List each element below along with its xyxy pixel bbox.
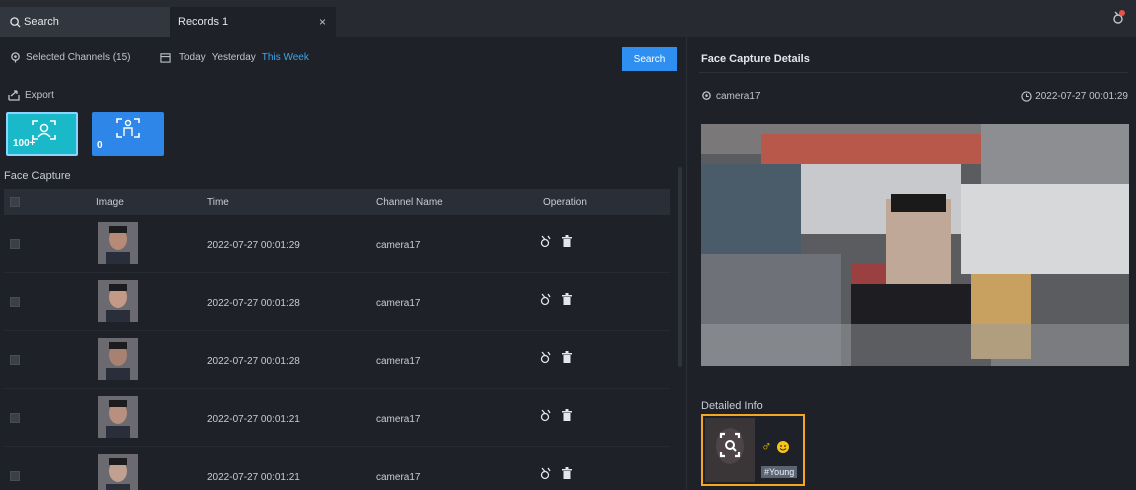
row-channel: camera17 bbox=[376, 472, 421, 483]
face-search-icon[interactable] bbox=[705, 418, 755, 482]
smile-icon bbox=[776, 441, 789, 453]
face-thumbnail bbox=[705, 418, 755, 482]
body-stat-card[interactable]: 0 bbox=[92, 112, 164, 156]
range-this-week[interactable]: This Week bbox=[262, 52, 309, 63]
details-title: Face Capture Details bbox=[701, 53, 810, 65]
details-time: 2022-07-27 00:01:29 bbox=[1021, 91, 1128, 102]
row-checkbox[interactable] bbox=[10, 413, 20, 423]
tab-records[interactable]: Records 1 × bbox=[170, 7, 336, 37]
details-panel: Face Capture Details camera17 2022-07-27… bbox=[686, 37, 1136, 490]
date-range: Today Yesterday This Week bbox=[160, 52, 309, 63]
delete-icon[interactable] bbox=[562, 409, 572, 421]
row-time: 2022-07-27 00:01:21 bbox=[207, 472, 300, 483]
table-header: Image Time Channel Name Operation bbox=[4, 189, 670, 215]
capture-timestamp: 2022-07-27 00:01:29 bbox=[1035, 91, 1128, 102]
col-image: Image bbox=[96, 197, 124, 208]
table-row[interactable]: 2022-07-27 00:01:28 camera17 bbox=[4, 331, 670, 389]
row-channel: camera17 bbox=[376, 240, 421, 251]
row-checkbox[interactable] bbox=[10, 355, 20, 365]
face-thumbnail[interactable] bbox=[98, 222, 138, 264]
col-operation: Operation bbox=[543, 197, 587, 208]
close-icon[interactable]: × bbox=[319, 15, 326, 29]
delete-icon[interactable] bbox=[562, 351, 572, 363]
detailed-info-label: Detailed Info bbox=[701, 400, 763, 412]
track-icon[interactable] bbox=[540, 351, 552, 364]
face-thumbnail[interactable] bbox=[98, 396, 138, 438]
face-thumbnail[interactable] bbox=[98, 338, 138, 380]
row-operations bbox=[540, 293, 572, 306]
location-pin-icon bbox=[11, 52, 20, 63]
row-checkbox[interactable] bbox=[10, 471, 20, 481]
tab-bar: Search Records 1 × bbox=[0, 0, 1136, 37]
row-time: 2022-07-27 00:01:29 bbox=[207, 240, 300, 251]
capture-table: Image Time Channel Name Operation 2022-0… bbox=[4, 189, 670, 490]
export-button[interactable]: Export bbox=[8, 90, 54, 101]
row-time: 2022-07-27 00:01:28 bbox=[207, 298, 300, 309]
age-tag: #Young bbox=[761, 466, 798, 478]
tab-records-label: Records 1 bbox=[178, 16, 229, 28]
row-operations bbox=[540, 351, 572, 364]
row-time: 2022-07-27 00:01:28 bbox=[207, 356, 300, 367]
track-icon[interactable] bbox=[540, 293, 552, 306]
table-row[interactable]: 2022-07-27 00:01:21 camera17 bbox=[4, 447, 670, 490]
channel-selector[interactable]: Selected Channels (15) bbox=[10, 52, 131, 63]
face-thumbnail[interactable] bbox=[98, 280, 138, 322]
row-time: 2022-07-27 00:01:21 bbox=[207, 414, 300, 425]
body-count: 0 bbox=[97, 140, 103, 151]
row-channel: camera17 bbox=[376, 356, 421, 367]
table-row[interactable]: 2022-07-27 00:01:28 camera17 bbox=[4, 273, 670, 331]
clock-icon bbox=[1021, 91, 1032, 102]
channels-label: Selected Channels (15) bbox=[26, 52, 131, 63]
delete-icon[interactable] bbox=[562, 467, 572, 479]
col-time: Time bbox=[207, 197, 229, 208]
table-body: 2022-07-27 00:01:29 camera17 2022-07-27 00… bbox=[4, 215, 670, 490]
row-checkbox[interactable] bbox=[10, 297, 20, 307]
table-row[interactable]: 2022-07-27 00:01:21 camera17 bbox=[4, 389, 670, 447]
export-icon bbox=[8, 90, 20, 101]
calendar-icon bbox=[160, 53, 171, 63]
delete-icon[interactable] bbox=[562, 235, 572, 247]
select-all-checkbox[interactable] bbox=[10, 197, 20, 207]
export-label: Export bbox=[25, 90, 54, 101]
records-panel: Selected Channels (15) Today Yesterday T… bbox=[0, 37, 686, 490]
col-channel: Channel Name bbox=[376, 197, 443, 208]
track-icon[interactable] bbox=[540, 235, 552, 248]
divider bbox=[699, 72, 1128, 73]
attribute-icons: ♂ bbox=[761, 438, 790, 454]
face-count: 100+ bbox=[13, 138, 36, 149]
details-camera: camera17 bbox=[701, 91, 760, 102]
capture-snapshot[interactable] bbox=[701, 124, 1129, 366]
row-operations bbox=[540, 409, 572, 422]
row-checkbox[interactable] bbox=[10, 239, 20, 249]
delete-icon[interactable] bbox=[562, 293, 572, 305]
row-operations bbox=[540, 467, 572, 480]
tab-search-label: Search bbox=[24, 16, 59, 28]
location-pin-icon bbox=[702, 91, 711, 100]
face-stat-card[interactable]: 100+ bbox=[6, 112, 78, 156]
section-title: Face Capture bbox=[4, 170, 71, 182]
search-icon bbox=[10, 16, 21, 28]
body-capture-icon bbox=[116, 118, 140, 138]
track-icon[interactable] bbox=[540, 467, 552, 480]
camera-name: camera17 bbox=[716, 91, 761, 102]
row-operations bbox=[540, 235, 572, 248]
alarm-icon[interactable] bbox=[1110, 8, 1128, 26]
row-channel: camera17 bbox=[376, 298, 421, 309]
range-today[interactable]: Today bbox=[179, 52, 206, 63]
table-scrollbar[interactable] bbox=[678, 167, 682, 367]
search-button[interactable]: Search bbox=[622, 47, 677, 71]
detailed-info-card[interactable]: ♂ #Young bbox=[701, 414, 805, 486]
filter-bar: Selected Channels (15) Today Yesterday T… bbox=[0, 47, 686, 71]
range-yesterday[interactable]: Yesterday bbox=[212, 52, 256, 63]
table-row[interactable]: 2022-07-27 00:01:29 camera17 bbox=[4, 215, 670, 273]
row-channel: camera17 bbox=[376, 414, 421, 425]
track-icon[interactable] bbox=[540, 409, 552, 422]
male-icon: ♂ bbox=[761, 438, 772, 454]
face-thumbnail[interactable] bbox=[98, 454, 138, 490]
tab-search[interactable]: Search bbox=[0, 7, 170, 37]
